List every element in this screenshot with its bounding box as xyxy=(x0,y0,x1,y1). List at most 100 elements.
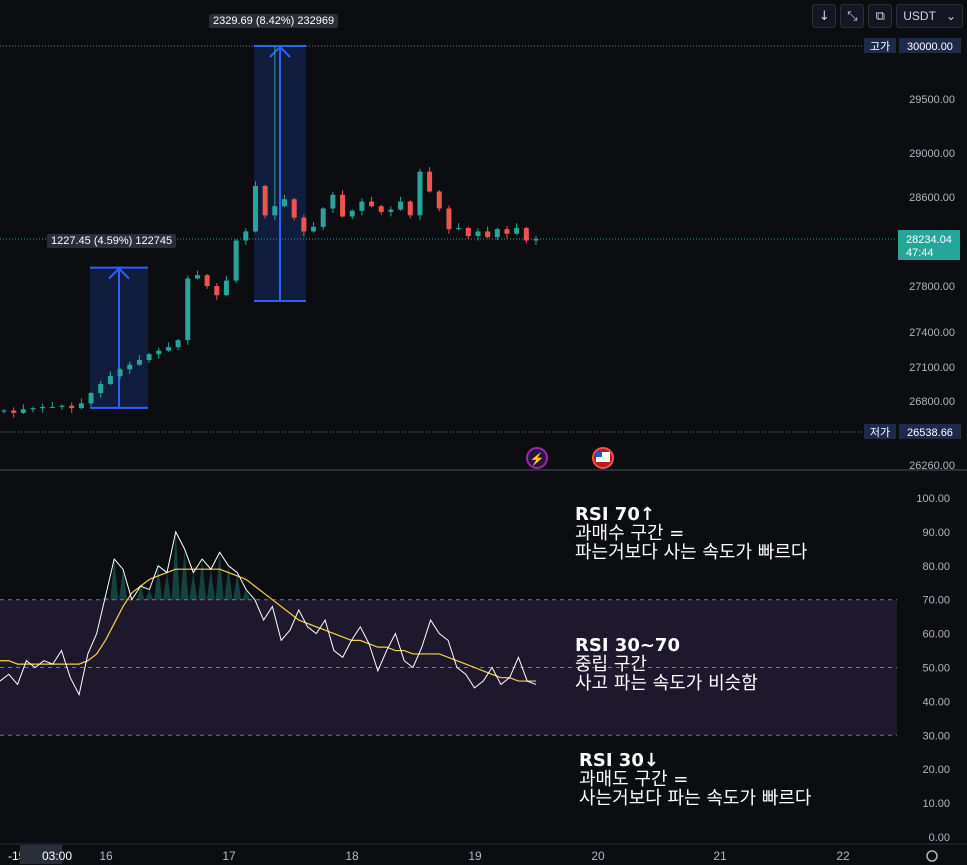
time-label: 17 xyxy=(222,849,236,863)
time-label: 18 xyxy=(345,849,359,863)
currency-label: USDT xyxy=(903,9,936,23)
candle-body xyxy=(311,226,317,232)
neutral-line2: 사고 파는 속도가 비슷함 xyxy=(575,673,758,694)
candle-body xyxy=(69,405,75,409)
overbought-line1: 과매수 구간 = xyxy=(575,523,685,544)
candle-body xyxy=(262,186,268,216)
rsi-tick-label: 40.00 xyxy=(922,696,950,708)
chevron-down-icon: ⌄ xyxy=(945,9,956,23)
candle-body xyxy=(533,239,539,241)
lightning-glyph: ⚡ xyxy=(530,452,545,466)
oversold-annotation: RSI 30↓ 과매도 구간 = 사는거보다 파는 속도가 빠르다 xyxy=(579,751,811,808)
time-label: 19 xyxy=(468,849,482,863)
candle-body xyxy=(1,410,7,412)
candle-body xyxy=(282,199,288,207)
flag-canton xyxy=(596,452,602,457)
chart-toolbar: ↓ ⤡ ⧉ USDT ⌄ xyxy=(812,4,963,28)
candle-body xyxy=(456,227,462,230)
overbought-line2: 파는거보다 사는 속도가 빠르다 xyxy=(575,542,808,563)
candle-body xyxy=(427,171,433,192)
rsi-tick-label: 70.00 xyxy=(922,595,950,607)
restore-icon[interactable]: ⧉ xyxy=(868,4,893,28)
candle-body xyxy=(59,405,65,407)
candle-body xyxy=(146,354,152,360)
measure-label-2: 2329.69 (8.42%) 232969 xyxy=(209,14,339,28)
time-label: 22 xyxy=(836,849,850,863)
overbought-title: RSI 70↑ xyxy=(575,504,655,525)
candle xyxy=(320,207,326,230)
low-label: 저가 xyxy=(870,426,890,439)
candle-body xyxy=(30,408,36,410)
candle-body xyxy=(49,406,55,408)
candle-body xyxy=(233,240,239,281)
candle-body xyxy=(398,201,404,210)
measure-label-1: 1227.45 (4.59%) 122745 xyxy=(47,234,177,248)
overbought-annotation: RSI 70↑ 과매수 구간 = 파는거보다 사는 속도가 빠르다 xyxy=(575,505,807,562)
candle-body xyxy=(243,231,249,241)
candle-body xyxy=(417,171,423,216)
candle-body xyxy=(388,209,394,212)
candle-body xyxy=(40,406,46,409)
time-label: 16 xyxy=(99,849,113,863)
candle-body xyxy=(369,201,375,207)
candle-body xyxy=(475,231,481,237)
low-value: 26538.66 xyxy=(907,427,953,439)
candle-body xyxy=(523,227,529,241)
candle-body xyxy=(117,369,123,377)
candle-body xyxy=(485,231,491,238)
candle xyxy=(436,190,442,212)
candle-body xyxy=(494,229,500,238)
candle-body xyxy=(291,199,297,218)
oversold-title: RSI 30↓ xyxy=(579,750,659,771)
price-tick-label: 26800.00 xyxy=(909,396,955,408)
high-value: 30000.00 xyxy=(907,41,953,53)
candle-body xyxy=(107,376,113,384)
candle-body xyxy=(136,360,142,365)
candle-body xyxy=(359,201,365,211)
rsi-tick-label: 20.00 xyxy=(922,764,950,776)
candle-body xyxy=(340,194,346,217)
candle xyxy=(291,197,297,221)
time-label: 20 xyxy=(591,849,605,863)
rsi-tick-label: 0.00 xyxy=(929,832,950,844)
rsi-tick-label: 60.00 xyxy=(922,629,950,641)
candle-body xyxy=(98,384,104,394)
scroll-down-icon[interactable]: ↓ xyxy=(812,4,837,28)
chart-canvas: 29500.00 29000.00 28600.00 27800.00 27400.00… xyxy=(0,0,967,865)
candle-body xyxy=(165,347,171,351)
candle-body xyxy=(78,403,84,409)
currency-select[interactable]: USDT ⌄ xyxy=(896,4,963,28)
high-label: 고가 xyxy=(870,40,890,53)
price-tick-label: 29000.00 xyxy=(909,148,955,160)
candle-body xyxy=(436,191,442,209)
candle-body xyxy=(272,206,278,216)
candle-body xyxy=(330,194,336,209)
candle xyxy=(262,184,268,219)
oversold-line1: 과매도 구간 = xyxy=(579,769,689,790)
last-price: 28234.04 xyxy=(906,234,952,246)
candle-body xyxy=(378,206,384,212)
price-tick-label: 29500.00 xyxy=(909,94,955,106)
collapse-icon[interactable]: ⤡ xyxy=(840,4,865,28)
rsi-tick-label: 10.00 xyxy=(922,798,950,810)
neutral-line1: 중립 구간 xyxy=(575,654,647,675)
candle-body xyxy=(204,275,210,286)
neutral-annotation: RSI 30~70 중립 구간 사고 파는 속도가 비슷함 xyxy=(575,636,758,693)
candle-body xyxy=(156,350,162,355)
candle-body xyxy=(127,364,133,370)
time-label: 03:00 xyxy=(42,849,72,863)
candle-body xyxy=(194,275,200,279)
candle-body xyxy=(20,409,26,413)
candle-body xyxy=(465,227,471,237)
candle-body xyxy=(11,410,17,413)
candle-body xyxy=(252,186,258,232)
candle-body xyxy=(175,340,181,348)
candle xyxy=(233,239,239,284)
time-label: 21 xyxy=(713,849,727,863)
candle-body xyxy=(301,217,307,232)
candle-body xyxy=(320,208,326,227)
candle-body xyxy=(349,210,355,217)
oversold-line2: 사는거보다 파는 속도가 빠르다 xyxy=(579,788,812,809)
price-tick-label: 27100.00 xyxy=(909,362,955,374)
price-tick-label: 27800.00 xyxy=(909,281,955,293)
